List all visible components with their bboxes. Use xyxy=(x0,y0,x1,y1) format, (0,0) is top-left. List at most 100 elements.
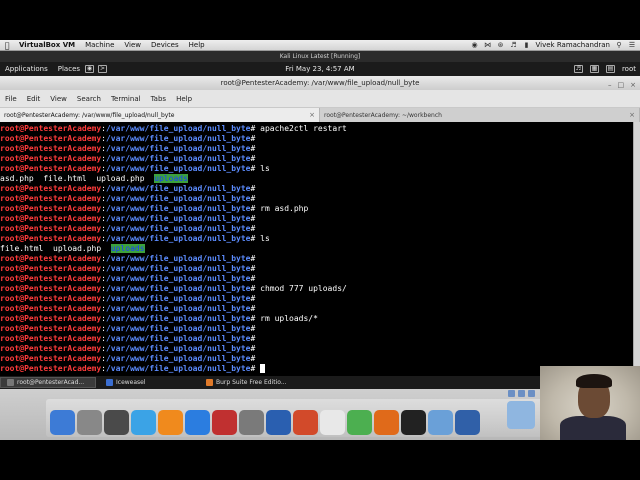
bluetooth-icon[interactable]: ⋈ xyxy=(484,41,492,49)
settings-icon[interactable] xyxy=(239,410,264,435)
bottom-letterbox xyxy=(0,440,640,480)
prompt-path: /var/www/file_upload/null_byte xyxy=(105,124,251,133)
folder-icon[interactable] xyxy=(507,401,535,429)
host-user-name[interactable]: Vivek Ramachandran xyxy=(536,41,610,49)
vlc-icon[interactable] xyxy=(158,410,183,435)
presenter-shirt xyxy=(560,416,626,440)
textedit-icon[interactable] xyxy=(320,410,345,435)
terminal-icon[interactable] xyxy=(401,410,426,435)
tab-null-byte[interactable]: root@PentesterAcademy: /var/www/file_upl… xyxy=(0,108,320,122)
terminal-line: root@PentesterAcademy:/var/www/file_uplo… xyxy=(0,154,261,163)
task-iceweasel[interactable]: Iceweasel xyxy=(100,377,196,388)
terminal-scrollbar[interactable] xyxy=(633,122,640,376)
kali-user[interactable]: root xyxy=(622,65,636,73)
prompt-user: root@PentesterAcademy xyxy=(0,144,102,153)
menu-help[interactable]: Help xyxy=(171,95,197,103)
terminal-line: root@PentesterAcademy:/var/www/file_uplo… xyxy=(0,354,261,363)
terminal-title: root@PentesterAcademy: /var/www/file_upl… xyxy=(220,79,420,87)
menu-edit[interactable]: Edit xyxy=(22,95,46,103)
prompt-path: /var/www/file_upload/null_byte xyxy=(105,204,251,213)
clock: Fri May 23, 4:57 AM xyxy=(285,65,355,73)
close-tab-icon[interactable]: × xyxy=(629,111,635,119)
app-store-icon[interactable] xyxy=(185,410,210,435)
app-icon[interactable] xyxy=(518,390,525,397)
prompt-path: /var/www/file_upload/null_byte xyxy=(105,344,251,353)
menu-view[interactable]: View xyxy=(45,95,72,103)
powerpoint-icon[interactable] xyxy=(293,410,318,435)
prompt-user: root@PentesterAcademy xyxy=(0,254,102,263)
prompt-path: /var/www/file_upload/null_byte xyxy=(105,154,251,163)
task-label: Iceweasel xyxy=(116,379,146,386)
menu-help[interactable]: Help xyxy=(184,41,210,49)
prompt-path: /var/www/file_upload/null_byte xyxy=(105,234,251,243)
menu-view[interactable]: View xyxy=(119,41,146,49)
menu-machine[interactable]: Machine xyxy=(80,41,119,49)
app-icon[interactable] xyxy=(528,390,535,397)
iceweasel-launcher-icon[interactable]: ◉ xyxy=(85,65,95,73)
menu-devices[interactable]: Devices xyxy=(146,41,184,49)
task-label: Burp Suite Free Editio... xyxy=(216,379,287,386)
menu-file[interactable]: File xyxy=(0,95,22,103)
terminal-line: root@PentesterAcademy:/var/www/file_uplo… xyxy=(0,124,347,133)
battery-icon[interactable]: ▮ xyxy=(523,41,531,49)
status-icon[interactable]: ◉ xyxy=(471,41,479,49)
prompt-user: root@PentesterAcademy xyxy=(0,274,102,283)
photo-icon[interactable] xyxy=(104,410,129,435)
host-app-name[interactable]: VirtualBox VM xyxy=(14,41,80,49)
applications-menu[interactable]: Applications xyxy=(0,65,53,73)
list-icon[interactable]: ☰ xyxy=(628,41,636,49)
command-text: ls xyxy=(260,234,270,243)
prompt-user: root@PentesterAcademy xyxy=(0,224,102,233)
apple-icon[interactable]:  xyxy=(0,41,14,50)
prompt-path: /var/www/file_upload/null_byte xyxy=(105,274,251,283)
itunes-icon[interactable] xyxy=(131,410,156,435)
tab-workbench[interactable]: root@PentesterAcademy: ~/workbench × xyxy=(320,108,640,122)
terminal-line: file.html upload.php uploads xyxy=(0,244,633,254)
file-entry: asd.php xyxy=(0,174,34,183)
terminal-launcher-icon[interactable]: > xyxy=(98,65,108,73)
terminal-line: root@PentesterAcademy:/var/www/file_uplo… xyxy=(0,334,261,343)
menu-tabs[interactable]: Tabs xyxy=(146,95,172,103)
word-icon[interactable] xyxy=(266,410,291,435)
host-menubar:  VirtualBox VM Machine View Devices Hel… xyxy=(0,40,640,51)
search-icon[interactable]: ⚲ xyxy=(615,41,623,49)
chrome-icon[interactable] xyxy=(347,410,372,435)
prompt-path: /var/www/file_upload/null_byte xyxy=(105,224,251,233)
network-icon[interactable]: ▤ xyxy=(605,65,615,73)
directory-entry: uploads xyxy=(110,244,145,253)
command-text: chmod 777 uploads/ xyxy=(260,284,347,293)
terminal-output[interactable]: root@PentesterAcademy:/var/www/file_uplo… xyxy=(0,122,633,376)
screenshot-icon[interactable] xyxy=(428,410,453,435)
preview-icon[interactable] xyxy=(212,410,237,435)
terminal-line: root@PentesterAcademy:/var/www/file_uplo… xyxy=(0,134,261,143)
wifi-icon[interactable]: ⊛ xyxy=(497,41,505,49)
system-prefs-icon[interactable] xyxy=(77,410,102,435)
volume-icon[interactable]: ♬ xyxy=(573,65,583,73)
terminal-line: root@PentesterAcademy:/var/www/file_uplo… xyxy=(0,234,270,243)
prompt-path: /var/www/file_upload/null_byte xyxy=(105,284,251,293)
webcam-overlay xyxy=(540,366,640,440)
virtualbox-icon[interactable] xyxy=(455,410,480,435)
task-terminal[interactable]: root@PentesterAcad... xyxy=(0,377,96,388)
presenter-hair xyxy=(576,374,612,388)
terminal-line: root@PentesterAcademy:/var/www/file_uplo… xyxy=(0,184,261,193)
prompt-path: /var/www/file_upload/null_byte xyxy=(105,214,251,223)
prompt-user: root@PentesterAcademy xyxy=(0,354,102,363)
vm-window-title: Kali Linux Latest [Running] xyxy=(0,51,640,62)
clipboard-icon[interactable]: ▦ xyxy=(589,65,599,73)
task-burp[interactable]: Burp Suite Free Editio... xyxy=(200,377,296,388)
tab-label: root@PentesterAcademy: /var/www/file_upl… xyxy=(4,111,175,119)
menu-terminal[interactable]: Terminal xyxy=(106,95,146,103)
terminal-line: root@PentesterAcademy:/var/www/file_uplo… xyxy=(0,344,261,353)
terminal-line: root@PentesterAcademy:/var/www/file_uplo… xyxy=(0,284,347,293)
close-tab-icon[interactable]: × xyxy=(309,111,315,119)
prompt-path: /var/www/file_upload/null_byte xyxy=(105,334,251,343)
places-menu[interactable]: Places xyxy=(53,65,85,73)
finder-icon[interactable] xyxy=(50,410,75,435)
menu-search[interactable]: Search xyxy=(72,95,106,103)
volume-icon[interactable]: ♬ xyxy=(510,41,518,49)
prompt-user: root@PentesterAcademy xyxy=(0,234,102,243)
kali-top-panel: Applications Places ◉ > Fri May 23, 4:57… xyxy=(0,62,640,76)
app-icon[interactable] xyxy=(508,390,515,397)
firefox-icon[interactable] xyxy=(374,410,399,435)
